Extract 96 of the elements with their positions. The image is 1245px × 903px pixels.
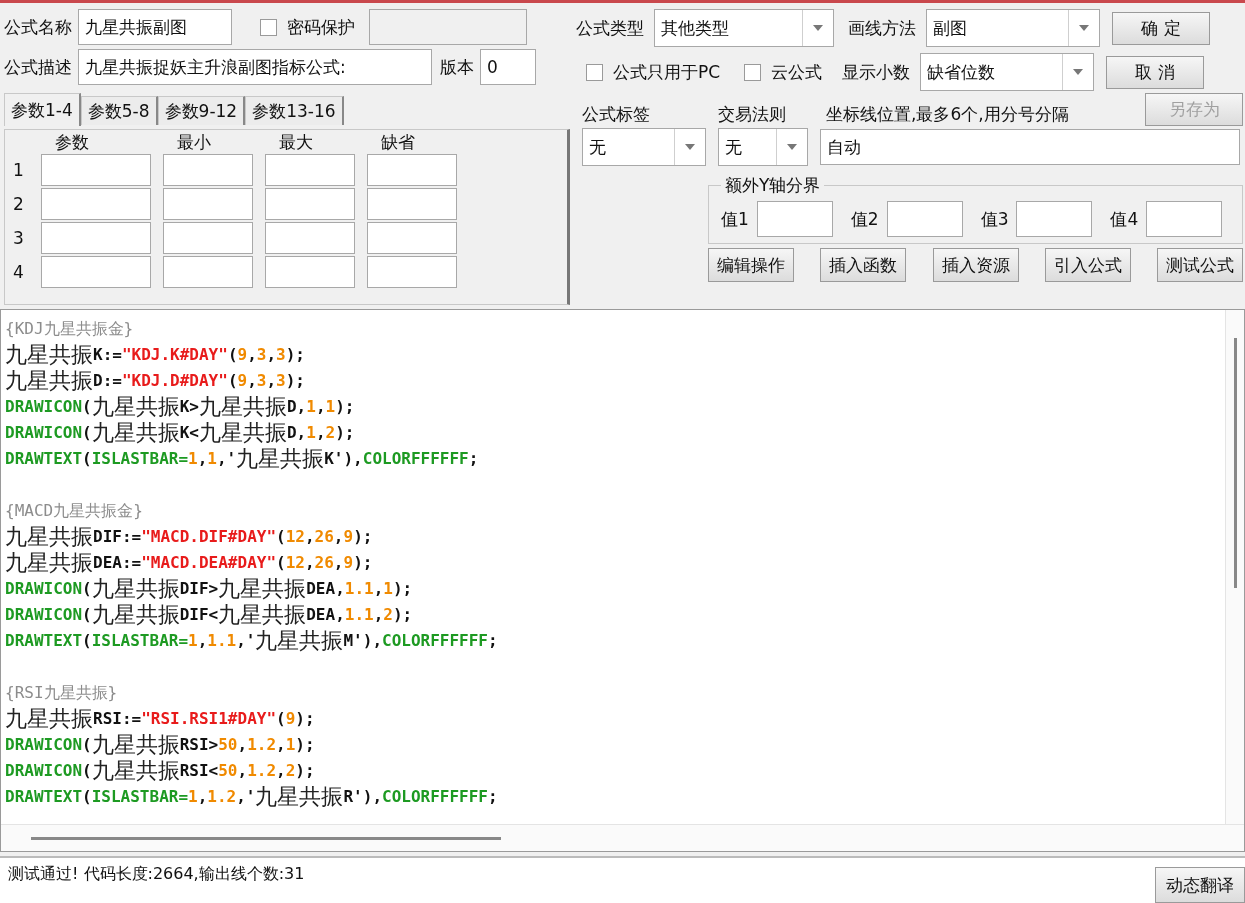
caret-icon	[685, 144, 695, 150]
checkbox[interactable]	[744, 63, 762, 81]
value-field[interactable]	[886, 201, 963, 237]
param-input[interactable]	[265, 154, 355, 186]
code-line: DRAWICON(九星共振RSI>50,1.2,1);	[5, 732, 316, 758]
field-label: 公式描述	[4, 55, 72, 79]
toolbar-button[interactable]: 引入公式	[1044, 248, 1131, 282]
field-label: 画线方法	[848, 16, 916, 40]
field-label: 显示小数	[842, 60, 911, 84]
group-title: 额外Y轴分界	[724, 174, 822, 197]
row-number: 3	[13, 227, 25, 250]
caret-icon	[1073, 69, 1084, 75]
horizontal-scrollbar[interactable]	[1, 824, 1244, 851]
field-label: 值2	[850, 207, 879, 231]
param-input[interactable]	[41, 188, 151, 220]
tab[interactable]: 参数13-16	[245, 96, 344, 125]
description-field[interactable]: 九星共振捉妖主升浪副图指标公式:	[78, 49, 432, 85]
name-field[interactable]: 九星共振副图	[78, 9, 232, 45]
param-input[interactable]	[265, 256, 355, 288]
code-line: DRAWTEXT(ISLASTBAR=1,1.2,'九星共振R'),COLORFFFFFF;	[5, 784, 499, 810]
param-input[interactable]	[163, 154, 253, 186]
param-input[interactable]	[163, 222, 253, 254]
version-field[interactable]: 0	[480, 49, 536, 85]
param-input[interactable]	[163, 256, 253, 288]
field-label: 公式标签	[581, 103, 651, 126]
field-label: 公式类型	[576, 16, 644, 40]
param-input[interactable]	[41, 256, 151, 288]
column-header: 缺省	[380, 132, 416, 152]
translate-button[interactable]: 动态翻译	[1155, 867, 1245, 903]
code-line: 九星共振DEA:="MACD.DEA#DAY"(12,26,9);	[5, 550, 374, 576]
value-field[interactable]	[756, 201, 833, 237]
field-label: 值4	[1110, 207, 1139, 231]
code-line: DRAWICON(九星共振RSI<50,1.2,2);	[5, 758, 316, 784]
caret-icon	[1079, 25, 1089, 31]
column-header: 参数	[54, 132, 90, 152]
dropdown[interactable]: 副图	[926, 9, 1100, 47]
vertical-scrollbar[interactable]	[1225, 310, 1244, 824]
value-field[interactable]	[1146, 201, 1223, 237]
param-input[interactable]	[163, 188, 253, 220]
code-editor[interactable]	[0, 309, 1245, 852]
field-label: 交易法则	[718, 103, 787, 126]
tab[interactable]: 参数1-4	[4, 93, 81, 126]
axis-lines-field[interactable]: 自动	[820, 129, 1240, 165]
param-input[interactable]	[367, 154, 457, 186]
param-input[interactable]	[41, 154, 151, 186]
checkbox-label: 公式只用于PC	[613, 60, 721, 84]
field-label: 值3	[980, 207, 1009, 231]
code-line: DRAWTEXT(ISLASTBAR=1,1.1,'九星共振M'),COLORFFFFFF;	[5, 628, 499, 654]
toolbar-button[interactable]: 插入资源	[932, 248, 1019, 282]
code-line: DRAWICON(九星共振K>九星共振D,1,1);	[5, 394, 356, 420]
row-number: 1	[13, 159, 25, 182]
field-label: 坐标线位置,最多6个,用分号分隔	[826, 103, 1069, 126]
field-label: 值1	[721, 207, 749, 231]
field-label: 版本	[440, 55, 474, 79]
dropdown[interactable]: 其他类型	[654, 9, 834, 47]
code-line: DRAWICON(九星共振DIF>九星共振DEA,1.1,1);	[5, 576, 414, 602]
param-input[interactable]	[265, 188, 355, 220]
checkbox-label: 云公式	[771, 60, 823, 84]
caret-icon	[787, 144, 797, 150]
column-header: 最小	[176, 132, 212, 152]
code-line: 九星共振RSI:="RSI.RSI1#DAY"(9);	[5, 706, 316, 732]
code-line: DRAWICON(九星共振DIF<九星共振DEA,1.1,2);	[5, 602, 414, 628]
row-number: 4	[13, 261, 25, 284]
param-input[interactable]	[367, 188, 457, 220]
param-input[interactable]	[367, 256, 457, 288]
dropdown[interactable]: 无	[582, 128, 706, 166]
param-input[interactable]	[41, 222, 151, 254]
checkbox[interactable]	[260, 18, 277, 36]
field-label: 公式名称	[4, 15, 72, 39]
row-number: 2	[13, 193, 25, 216]
checkbox[interactable]	[586, 63, 603, 81]
tab[interactable]: 参数5-8	[80, 96, 158, 125]
param-input[interactable]	[265, 222, 355, 254]
value-field[interactable]	[1016, 201, 1093, 237]
code-line: {KDJ九星共振金}	[5, 318, 135, 340]
dropdown[interactable]: 缺省位数	[920, 53, 1095, 91]
code-line: DRAWICON(九星共振K<九星共振D,1,2);	[5, 420, 356, 446]
code-line: 九星共振D:="KDJ.D#DAY"(9,3,3);	[5, 368, 306, 394]
checkbox-label: 密码保护	[287, 15, 355, 39]
cancel-button[interactable]: 取 消	[1106, 55, 1205, 89]
confirm-button[interactable]: 确 定	[1112, 11, 1210, 45]
toolbar-button[interactable]: 插入函数	[820, 248, 907, 282]
caret-icon	[813, 25, 823, 31]
param-input[interactable]	[367, 222, 457, 254]
password-field[interactable]	[369, 9, 527, 45]
toolbar-button[interactable]: 测试公式	[1157, 248, 1243, 282]
toolbar-button[interactable]: 编辑操作	[708, 248, 794, 282]
tab[interactable]: 参数9-12	[157, 96, 246, 125]
code-line: 九星共振K:="KDJ.K#DAY"(9,3,3);	[5, 342, 306, 368]
status-message: 测试通过! 代码长度:2664,输出线个数:31	[7, 863, 306, 885]
code-line: {RSI九星共振}	[5, 682, 119, 704]
code-line: {MACD九星共振金}	[5, 500, 144, 522]
code-line: 九星共振DIF:="MACD.DIF#DAY"(12,26,9);	[5, 524, 374, 550]
dropdown[interactable]: 无	[718, 128, 808, 166]
code-line: DRAWTEXT(ISLASTBAR=1,1,'九星共振K'),COLORFFFFFF;	[5, 446, 480, 472]
column-header: 最大	[278, 132, 314, 152]
